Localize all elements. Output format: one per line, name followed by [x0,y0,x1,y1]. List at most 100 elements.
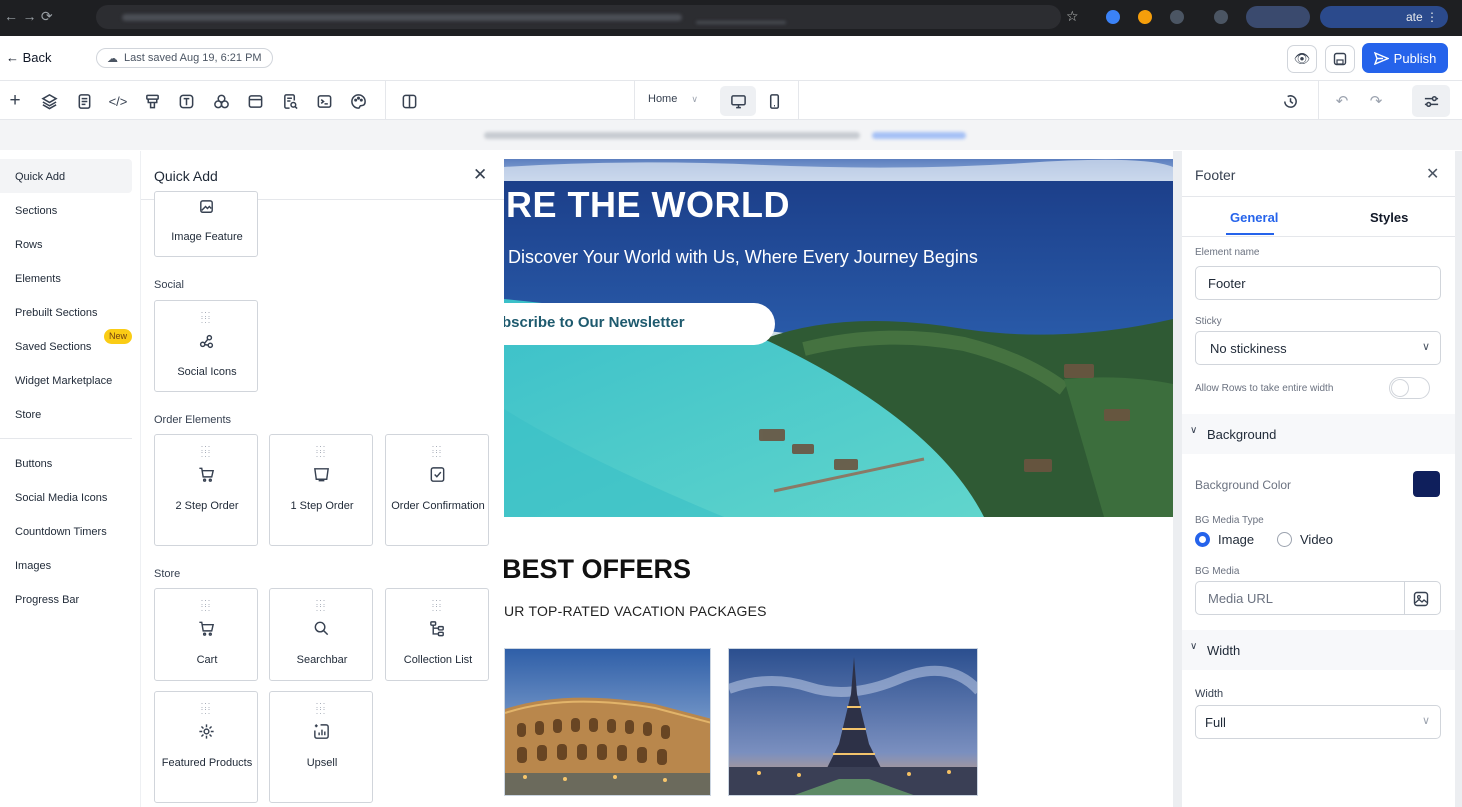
history-icon[interactable] [1279,90,1301,112]
element-card-searchbar[interactable]: :::::: Searchbar [269,588,373,681]
page-icon[interactable] [73,90,95,112]
sticky-select[interactable]: No stickiness ∨ [1195,331,1441,365]
redo-icon[interactable]: ↷ [1365,90,1387,112]
element-card-cart[interactable]: :::::: Cart [154,588,258,681]
card-label: 2 Step Order [175,500,239,512]
sliders-icon[interactable] [1420,90,1442,112]
category-sections[interactable]: Sections [0,193,132,227]
split-view-icon[interactable] [398,90,420,112]
profile-chip[interactable] [1246,6,1310,28]
background-section-title: Background [1207,427,1277,442]
bg-color-label: Background Color [1195,478,1292,492]
relaunch-button[interactable]: ate ⋮ [1320,6,1448,28]
drag-handle-icon[interactable]: :::::: [155,444,257,459]
element-card-collection-list[interactable]: :::::: Collection List [385,588,489,681]
element-card-featured-products[interactable]: :::::: Featured Products [154,691,258,803]
extension-icon[interactable] [1138,10,1152,24]
element-card-image-feature[interactable]: Image Feature [154,191,258,257]
media-type-video-radio[interactable]: Video [1277,532,1333,547]
palette-icon[interactable] [347,90,369,112]
image-picker-icon[interactable] [1413,591,1429,607]
section-icon[interactable] [244,90,266,112]
sticky-label: Sticky [1195,316,1222,327]
text-icon[interactable] [175,90,197,112]
media-type-video-label: Video [1300,532,1334,547]
drag-handle-icon[interactable]: :::::: [270,444,372,459]
width-label: Width [1195,688,1224,700]
desktop-icon[interactable] [727,90,749,112]
tab-styles[interactable]: Styles [1370,210,1408,225]
publish-button[interactable]: Publish [1362,43,1448,73]
close-icon[interactable]: ✕ [1426,164,1439,184]
extension-icon[interactable] [1106,10,1120,24]
mobile-icon[interactable] [763,90,785,112]
connect-domain-link[interactable] [872,132,966,139]
drag-handle-icon[interactable]: :::::: [270,701,372,716]
element-card-2-step-order[interactable]: :::::: 2 Step Order [154,434,258,546]
background-section-header[interactable]: ∨ Background [1182,414,1455,454]
search-icon [270,619,372,638]
code-icon[interactable]: </> [107,90,129,112]
drag-handle-icon[interactable]: :::::: [386,444,488,459]
width-select[interactable]: Full ∨ [1195,705,1441,739]
drag-handle-icon[interactable]: :::::: [155,701,257,716]
category-rows[interactable]: Rows [0,227,132,261]
drag-handle-icon[interactable]: :::::: [155,598,257,613]
category-elements[interactable]: Elements [0,261,132,295]
category-images[interactable]: Images [0,548,132,582]
layers-icon[interactable] [38,90,60,112]
category-progress-bar[interactable]: Progress Bar [0,582,132,616]
save-button[interactable] [1325,45,1355,73]
element-card-social-icons[interactable]: :::::: Social Icons [154,300,258,392]
relaunch-label: ate [1405,10,1423,24]
category-store[interactable]: Store [0,397,132,431]
browser-forward-icon[interactable]: → [22,8,36,24]
bg-media-url-input[interactable]: Media URL [1195,581,1441,615]
page-select[interactable]: Home ∨ [648,93,698,105]
add-icon[interactable]: + [4,90,26,112]
element-card-upsell[interactable]: :::::: Upsell [269,691,373,803]
bookmark-star-icon[interactable]: ☆ [1066,8,1079,25]
form-icon[interactable] [279,90,301,112]
element-card-1-step-order[interactable]: :::::: 1 Step Order [269,434,373,546]
category-countdown-timers[interactable]: Countdown Timers [0,514,132,548]
rows-width-toggle[interactable] [1389,377,1430,399]
media-type-image-radio[interactable]: Image [1195,532,1254,547]
terminal-icon[interactable] [313,90,335,112]
width-section-header[interactable]: ∨ Width [1182,630,1455,670]
chevron-down-icon: ∨ [691,94,698,104]
category-prebuilt-sections[interactable]: Prebuilt Sections [0,295,132,329]
page-canvas[interactable]: RE THE WORLD Discover Your World with Us… [504,151,1182,807]
drag-handle-icon[interactable]: :::::: [386,598,488,613]
close-icon[interactable]: ✕ [473,165,487,185]
bg-media-label: BG Media [1195,566,1240,577]
hero-section[interactable]: RE THE WORLD Discover Your World with Us… [504,159,1173,517]
browser-back-icon[interactable]: ← [4,8,18,24]
preview-button[interactable]: 👁 [1287,45,1317,73]
eiffel-tower-image[interactable] [728,648,978,796]
reload-icon[interactable]: ⟳ [41,8,53,24]
element-name-input[interactable]: Footer [1195,266,1441,300]
category-buttons[interactable]: Buttons [0,446,132,480]
drag-handle-icon[interactable]: :::::: [155,310,257,325]
tab-general[interactable]: General [1230,210,1278,225]
category-social-media-icons[interactable]: Social Media Icons [0,480,132,514]
address-bar[interactable] [96,5,1061,29]
sparkle-icon [155,722,257,741]
shapes-icon[interactable] [210,90,232,112]
category-quick-add[interactable]: Quick Add [0,159,132,193]
drag-handle-icon[interactable]: :::::: [270,598,372,613]
back-button[interactable]: ← Back [6,50,52,65]
extension-icon[interactable] [1170,10,1184,24]
save-icon [1333,52,1347,66]
category-widget-marketplace[interactable]: Widget Marketplace [0,363,132,397]
eye-icon: 👁 [1293,51,1311,66]
undo-icon[interactable]: ↶ [1331,90,1353,112]
download-icon[interactable] [1214,10,1228,24]
sticky-select-value: No stickiness [1210,341,1287,356]
newsletter-button[interactable]: bscribe to Our Newsletter [504,303,775,345]
colosseum-image[interactable] [504,648,711,796]
funnel-icon[interactable] [141,90,163,112]
bg-color-swatch[interactable] [1413,471,1440,497]
element-card-order-confirmation[interactable]: :::::: Order Confirmation [385,434,489,546]
